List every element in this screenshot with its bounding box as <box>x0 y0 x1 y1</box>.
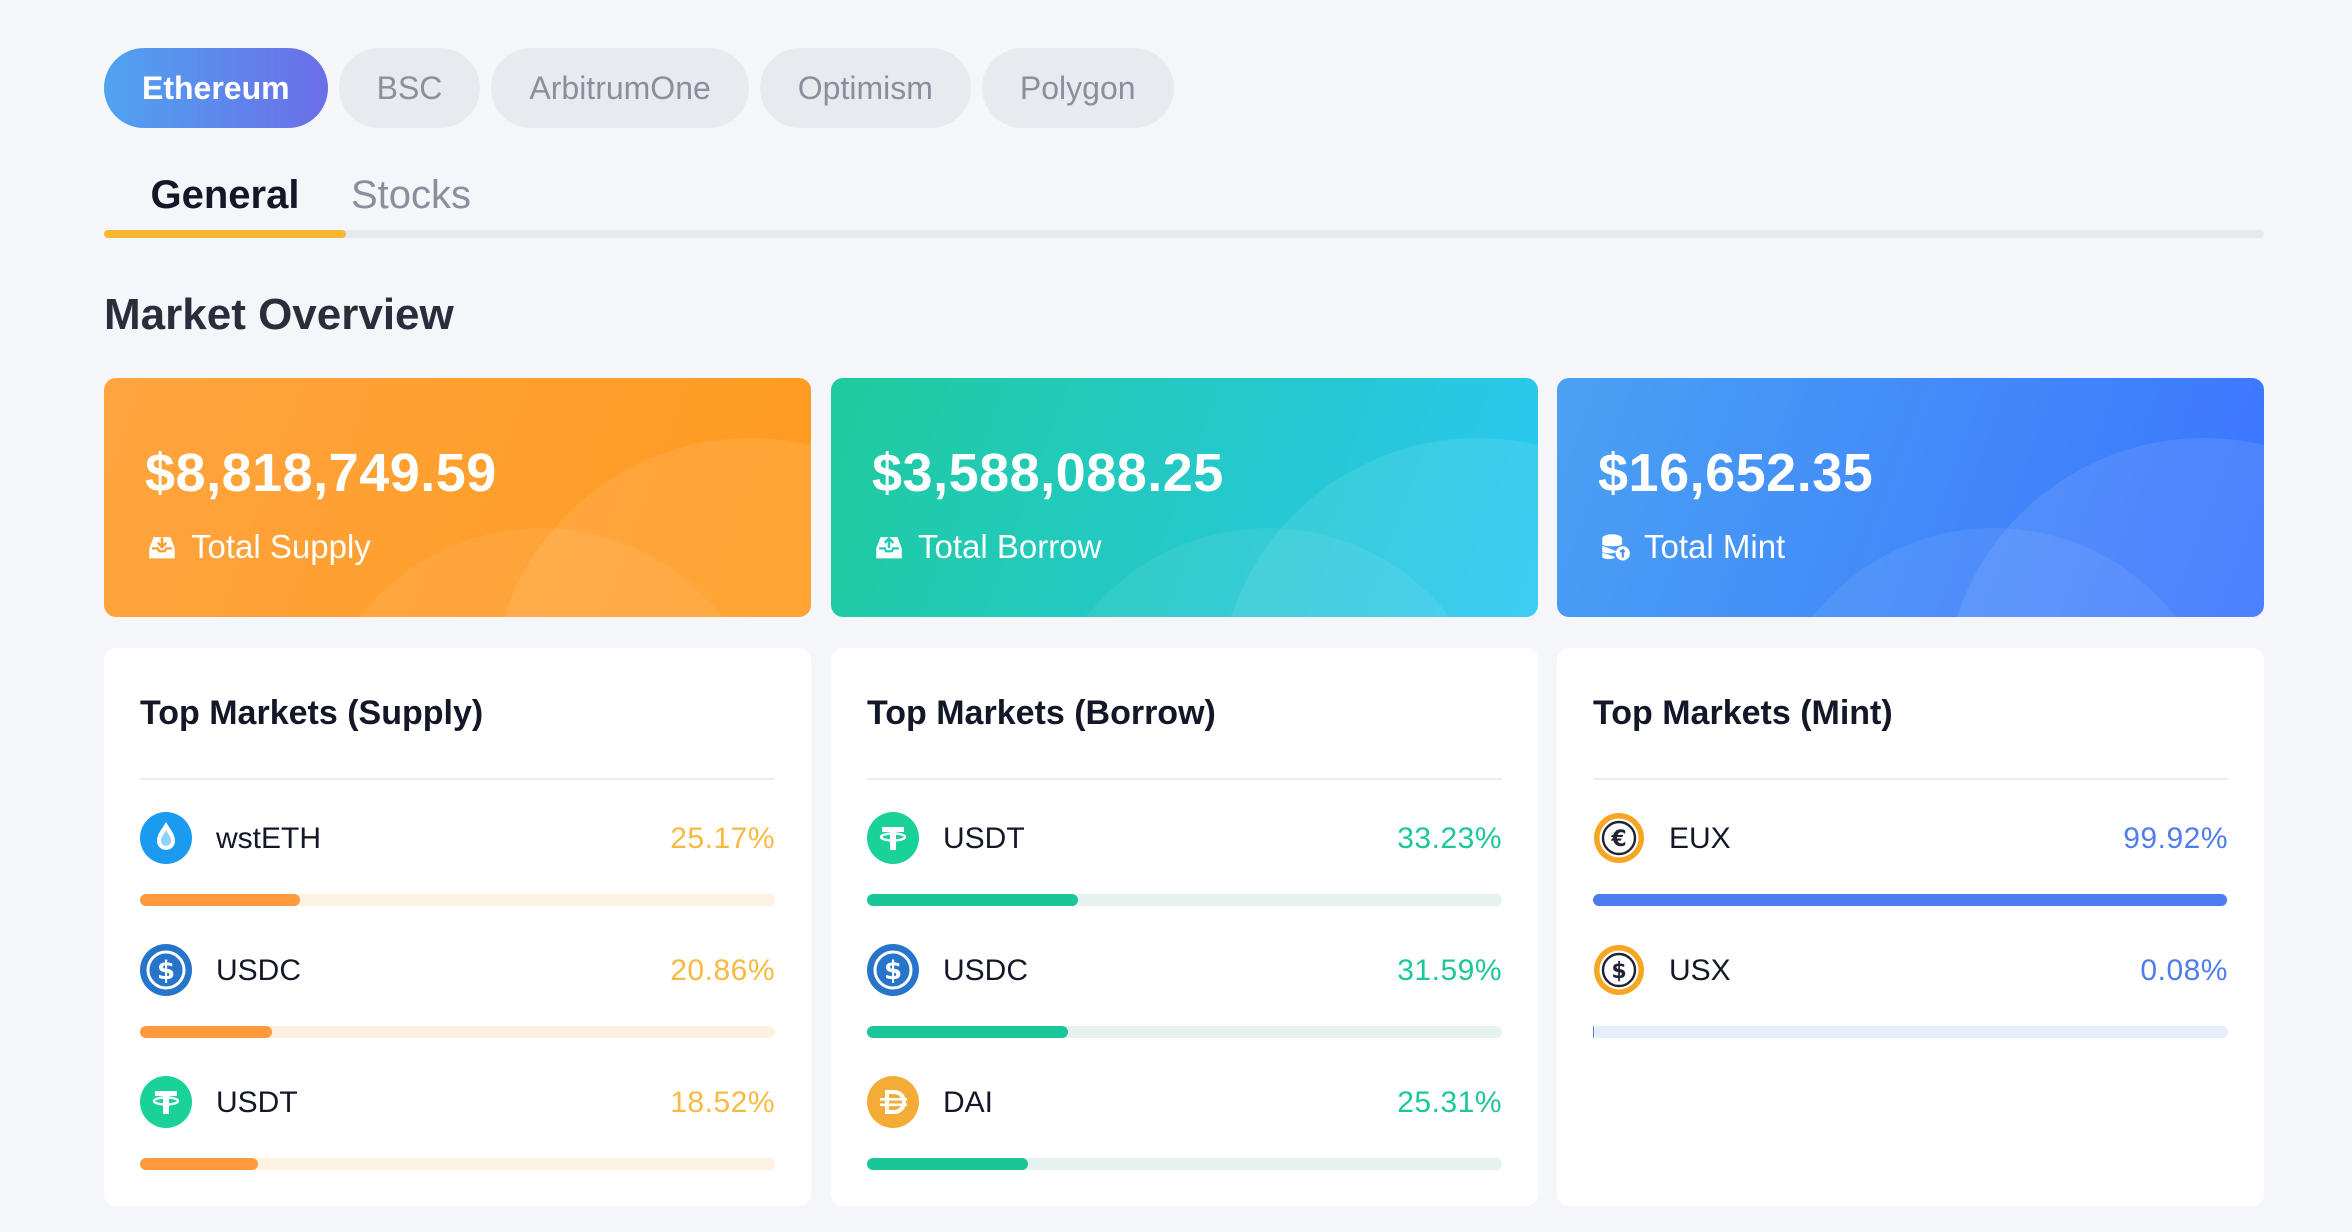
top-markets-borrow-card: Top Markets (Borrow) USDT 33.23% $ USDC … <box>831 648 1538 1206</box>
market-share: 25.31% <box>1397 1086 1502 1119</box>
section-title: Market Overview <box>104 290 454 339</box>
share-bar-fill <box>1593 1026 1594 1038</box>
market-name: USDT <box>943 822 1025 855</box>
network-pill-ethereum[interactable]: Ethereum <box>104 48 328 128</box>
network-selector: Ethereum BSC ArbitrumOne Optimism Polygo… <box>104 48 1174 128</box>
active-tab-indicator <box>104 230 346 238</box>
market-name: USDC <box>216 954 302 987</box>
share-bar <box>140 1158 775 1170</box>
share-bar <box>867 894 1502 906</box>
share-bar-fill <box>140 1026 273 1038</box>
tab-stocks[interactable]: Stocks <box>346 160 476 230</box>
share-bar-fill <box>867 1158 1028 1170</box>
svg-text:$: $ <box>1611 959 1626 984</box>
total-supply-label: Total Supply <box>191 528 371 565</box>
tray-download-icon <box>149 537 175 559</box>
share-bar-fill <box>867 1026 1068 1038</box>
svg-text:€: € <box>1610 827 1626 852</box>
total-supply-value: $8,818,749.59 <box>145 443 497 503</box>
network-pill-polygon[interactable]: Polygon <box>981 48 1174 128</box>
market-name: DAI <box>943 1086 994 1119</box>
total-mint-card: $16,652.35 Total Mint <box>1557 378 2264 617</box>
market-share: 18.52% <box>670 1086 775 1119</box>
share-bar <box>867 1158 1502 1170</box>
share-bar <box>140 1026 775 1038</box>
list-item[interactable]: € EUX 99.92% <box>1593 808 2228 908</box>
list-item[interactable]: $ USDC 31.59% <box>867 940 1502 1040</box>
share-bar-fill <box>140 894 300 906</box>
share-bar <box>1593 894 2228 906</box>
share-bar-fill <box>1593 894 2228 906</box>
usdc-icon: $ <box>867 944 919 996</box>
share-bar-fill <box>140 1158 258 1170</box>
usdt-icon <box>140 1076 192 1128</box>
total-borrow-value: $3,588,088.25 <box>872 443 1224 503</box>
market-share: 31.59% <box>1397 954 1502 987</box>
market-share: 33.23% <box>1397 822 1502 855</box>
divider <box>140 778 775 780</box>
tab-stocks-label: Stocks <box>350 172 472 217</box>
market-share: 20.86% <box>670 954 775 987</box>
market-share: 25.17% <box>670 822 775 855</box>
list-item[interactable]: wstETH 25.17% <box>140 808 775 908</box>
market-share: 99.92% <box>2123 822 2228 855</box>
divider <box>867 778 1502 780</box>
tab-track <box>104 230 2264 238</box>
view-tabs: General Stocks <box>104 160 2264 238</box>
total-borrow-label-row: Total Borrow <box>872 528 1101 566</box>
usdc-icon: $ <box>140 944 192 996</box>
share-bar <box>867 1026 1502 1038</box>
total-mint-value: $16,652.35 <box>1598 443 1874 503</box>
market-name: EUX <box>1669 822 1731 855</box>
usdt-icon <box>867 812 919 864</box>
top-markets-supply-card: Top Markets (Supply) wstETH 25.17% $ USD… <box>104 648 811 1206</box>
total-borrow-label: Total Borrow <box>918 528 1102 565</box>
top-markets-borrow-title: Top Markets (Borrow) <box>867 694 1216 732</box>
list-item[interactable]: USDT 33.23% <box>867 808 1502 908</box>
market-name: USX <box>1669 954 1731 987</box>
list-item[interactable]: USDT 18.52% <box>140 1072 775 1172</box>
top-markets-mint-title: Top Markets (Mint) <box>1593 694 1893 732</box>
coins-stack-icon <box>1602 534 1630 561</box>
market-overview-page: Ethereum BSC ArbitrumOne Optimism Polygo… <box>0 0 2352 1232</box>
wsteth-icon <box>140 812 192 864</box>
market-share: 0.08% <box>2140 954 2228 987</box>
market-name: wstETH <box>216 822 321 855</box>
market-name: USDT <box>216 1086 298 1119</box>
svg-text:$: $ <box>157 956 175 986</box>
share-bar-fill <box>867 894 1078 906</box>
total-mint-label: Total Mint <box>1644 528 1786 565</box>
top-markets-mint-card: Top Markets (Mint) € EUX 99.92% $ USX 0.… <box>1557 648 2264 1206</box>
list-item[interactable]: $ USDC 20.86% <box>140 940 775 1040</box>
eux-icon: € <box>1594 813 1644 863</box>
list-item[interactable]: DAI 25.31% <box>867 1072 1502 1172</box>
network-pill-arbitrumone[interactable]: ArbitrumOne <box>491 48 749 128</box>
market-name: USDC <box>943 954 1029 987</box>
network-pill-optimism[interactable]: Optimism <box>759 48 971 128</box>
usx-icon: $ <box>1594 945 1644 995</box>
list-item[interactable]: $ USX 0.08% <box>1593 940 2228 1040</box>
divider <box>1593 778 2228 780</box>
share-bar <box>140 894 775 906</box>
dai-icon <box>867 1076 919 1128</box>
total-borrow-card: $3,588,088.25 Total Borrow <box>831 378 1538 617</box>
total-mint-label-row: Total Mint <box>1598 528 1785 566</box>
top-markets-supply-title: Top Markets (Supply) <box>140 694 484 732</box>
svg-text:$: $ <box>884 956 902 986</box>
total-supply-label-row: Total Supply <box>145 528 371 566</box>
tab-general[interactable]: General <box>104 160 346 238</box>
total-supply-card: $8,818,749.59 Total Supply <box>104 378 811 617</box>
share-bar <box>1593 1026 2228 1038</box>
network-pill-bsc[interactable]: BSC <box>338 48 481 128</box>
tray-upload-icon <box>876 536 902 559</box>
tab-general-label: General <box>150 172 300 217</box>
